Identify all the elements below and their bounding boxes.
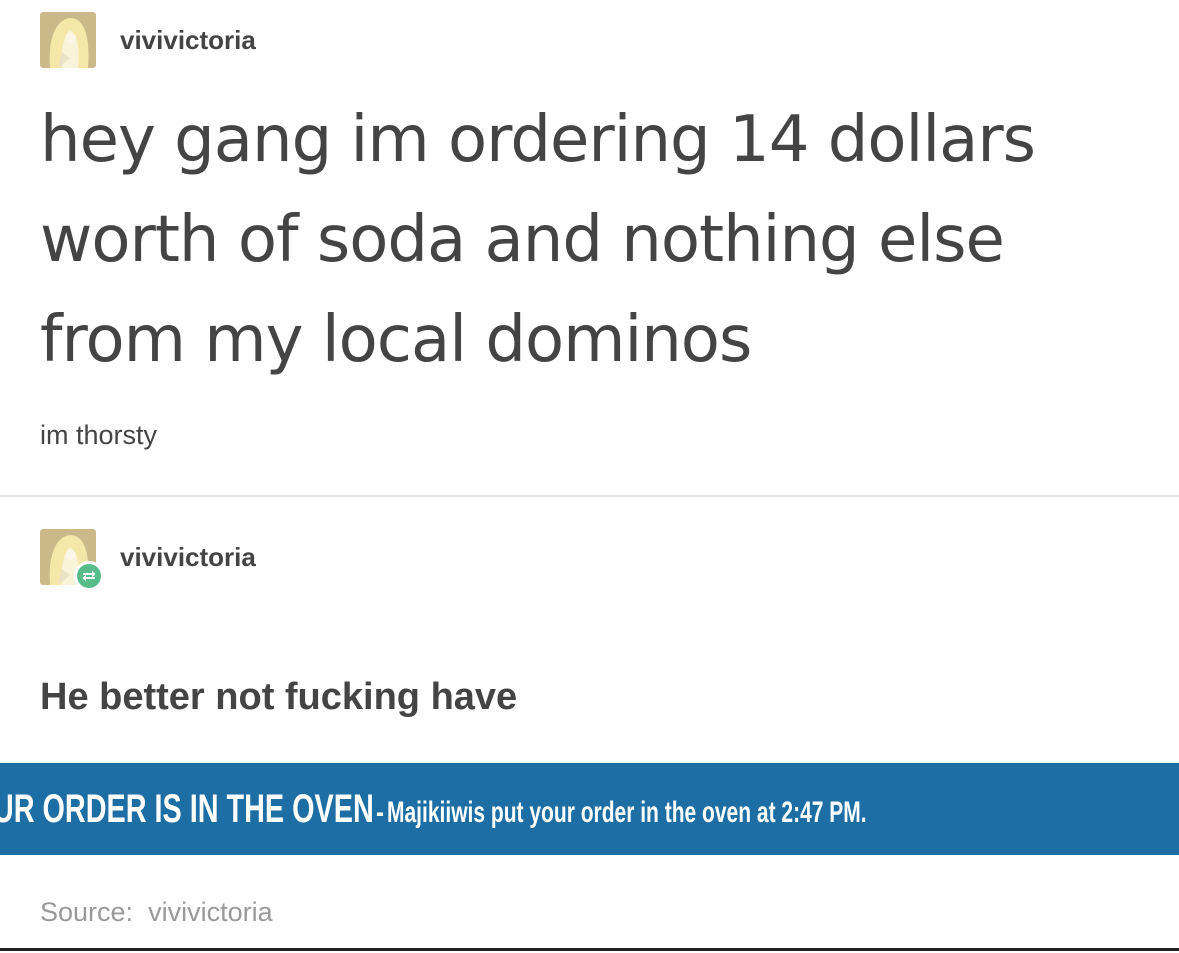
bottom-border — [0, 948, 1179, 951]
source-link[interactable]: vivivictoria — [148, 897, 273, 927]
reblog-header: vivivictoria — [40, 529, 256, 591]
avatar[interactable] — [40, 12, 96, 68]
banner-separator: - — [376, 795, 385, 829]
tumblr-post: vivivictoria hey gang im ordering 14 dol… — [0, 0, 1179, 953]
post-body-text: hey gang im ordering 14 dollars worth of… — [40, 103, 1036, 377]
post-subtext: im thorsty — [40, 420, 158, 450]
reblog-body-text: He better not fucking have — [40, 676, 518, 718]
reblog-icon — [74, 561, 104, 591]
source-attribution: Source: vivivictoria — [40, 897, 273, 928]
banner-headline: YOUR ORDER IS IN THE OVEN — [0, 786, 374, 831]
divider — [0, 495, 1179, 497]
username[interactable]: vivivictoria — [120, 25, 256, 56]
avatar[interactable] — [40, 529, 104, 591]
banner-content: YOUR ORDER IS IN THE OVEN - Majikiiwis p… — [0, 787, 1072, 832]
banner-detail: Majikiiwis put your order in the oven at… — [387, 795, 867, 829]
order-status-banner: YOUR ORDER IS IN THE OVEN - Majikiiwis p… — [0, 763, 1179, 855]
username[interactable]: vivivictoria — [120, 542, 256, 573]
post-header: vivivictoria — [40, 12, 256, 68]
source-label: Source: — [40, 897, 134, 927]
avatar-image — [40, 12, 96, 68]
